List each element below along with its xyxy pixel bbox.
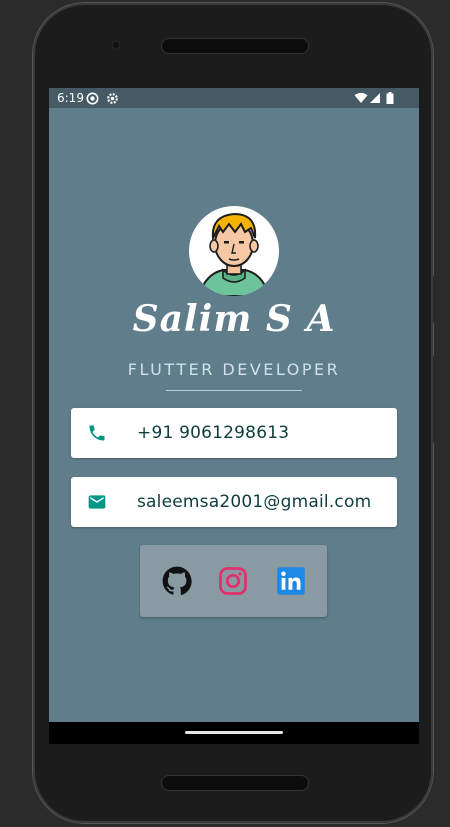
email-card[interactable]: saleemsa2001@gmail.com	[71, 477, 397, 527]
status-bar: 6:19	[49, 88, 419, 108]
email-address: saleemsa2001@gmail.com	[137, 492, 372, 512]
record-icon	[86, 92, 99, 105]
power-button	[433, 275, 438, 323]
wifi-icon	[354, 92, 368, 103]
app-screen: 6:19 Salim S A FLUTTER DEVELOPER +91 906…	[49, 88, 419, 744]
status-time: 6:19	[57, 91, 84, 105]
phone-icon	[89, 425, 105, 441]
email-icon	[88, 495, 106, 509]
instagram-icon[interactable]	[218, 566, 248, 596]
volume-button	[433, 355, 438, 443]
earpiece-speaker	[161, 38, 309, 54]
github-icon[interactable]	[162, 566, 192, 596]
settings-icon	[107, 93, 118, 104]
profile-title: FLUTTER DEVELOPER	[127, 360, 341, 379]
battery-icon	[386, 92, 394, 104]
social-links	[140, 545, 327, 617]
front-camera	[111, 40, 121, 50]
navigation-bar	[49, 722, 419, 744]
bottom-speaker	[161, 775, 309, 791]
avatar-illustration	[197, 212, 271, 296]
phone-card[interactable]: +91 9061298613	[71, 408, 397, 458]
signal-icon	[370, 93, 380, 103]
divider	[166, 390, 302, 391]
home-gesture-pill[interactable]	[185, 731, 283, 734]
linkedin-icon[interactable]	[276, 566, 306, 596]
avatar	[189, 206, 279, 296]
profile-name: Salim S A	[132, 298, 336, 340]
phone-number: +91 9061298613	[137, 423, 290, 443]
